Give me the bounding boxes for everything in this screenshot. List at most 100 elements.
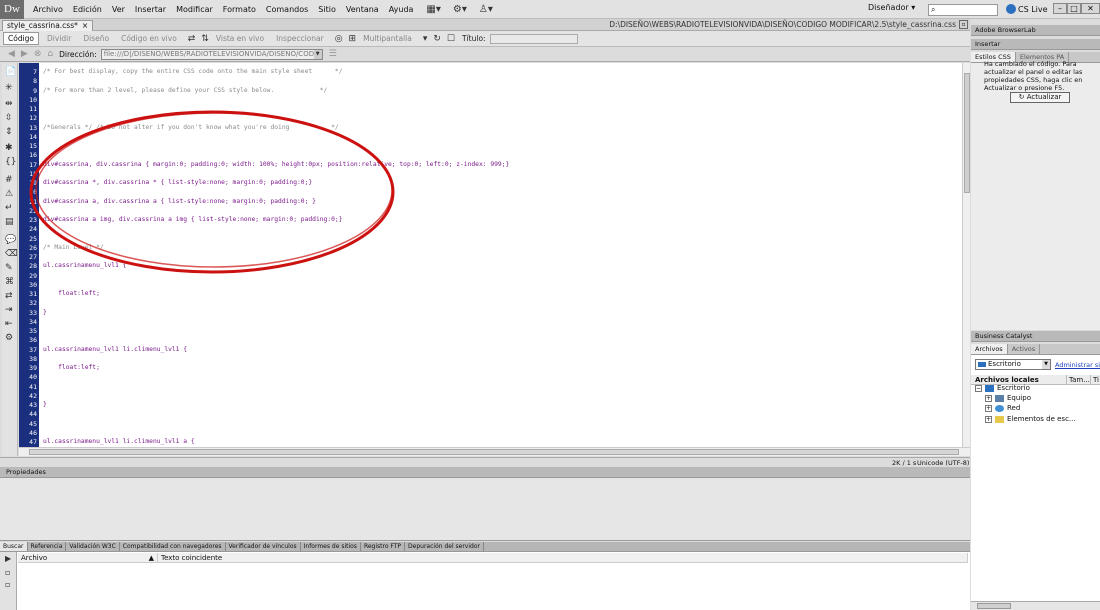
properties-panel-header[interactable]: Propiedades <box>0 467 970 478</box>
column-texto-coincidente[interactable]: Texto coincidente <box>158 553 968 563</box>
menu-insertar[interactable]: Insertar <box>130 5 171 14</box>
code-line[interactable] <box>39 428 43 437</box>
code-line[interactable] <box>39 95 43 104</box>
tab-activos[interactable]: Activos <box>1008 344 1041 354</box>
extend-gear-icon[interactable]: ⚙▾ <box>453 4 467 15</box>
code-line[interactable]: } <box>39 400 47 409</box>
inspect-button[interactable]: Inspeccionar <box>272 33 328 44</box>
browserlab-header[interactable]: Adobe BrowserLab <box>971 25 1100 36</box>
format-source-icon[interactable]: ⚙ <box>5 333 13 343</box>
code-line[interactable]: /* Main Level */ <box>39 243 104 252</box>
expand-icon[interactable]: + <box>985 415 992 423</box>
address-input[interactable]: file:///D|/DISEÑO/WEBS/RADIOTELEVISIONVI… <box>100 48 323 60</box>
back-icon[interactable]: ◀ <box>8 49 15 59</box>
code-line[interactable] <box>39 206 43 215</box>
open-documents-icon[interactable]: 📄 <box>5 67 16 77</box>
code-line[interactable]: /* For more than 2 level, please define … <box>39 86 327 95</box>
code-line[interactable] <box>39 335 43 344</box>
home-icon[interactable]: ⌂ <box>47 49 53 59</box>
indent-icon[interactable]: ⇥ <box>5 305 13 315</box>
stop-icon[interactable]: ⊗ <box>34 49 42 59</box>
tree-item-escritorio[interactable]: − Escritorio <box>975 383 1030 393</box>
collapse-icon[interactable]: − <box>975 384 982 392</box>
code-view-button[interactable]: Código <box>3 32 40 45</box>
restore-document-icon[interactable]: ▫ <box>959 20 968 29</box>
site-select[interactable]: Escritorio ▼ <box>975 359 1051 370</box>
outdent-icon[interactable]: ⇤ <box>5 319 13 329</box>
code-line[interactable] <box>39 372 43 381</box>
close-tab-icon[interactable]: × <box>82 21 88 30</box>
recent-snippets-icon[interactable]: ⌘ <box>5 277 14 287</box>
split-view-button[interactable]: Dividir <box>43 33 75 44</box>
refresh-design-icon[interactable]: ↻ <box>433 34 441 44</box>
address-dropdown-icon[interactable]: ▼ <box>313 49 322 59</box>
code-line[interactable]: div#cassrina a img, div.cassrina a img {… <box>39 215 343 224</box>
scroll-thumb[interactable] <box>977 603 1011 609</box>
column-type[interactable]: Ti <box>1091 375 1099 384</box>
multiscreen-button[interactable]: Multipantalla <box>359 33 416 44</box>
tab-referencia[interactable]: Referencia <box>28 542 67 551</box>
visual-aids-icon[interactable]: ⊞ <box>349 34 357 44</box>
code-line[interactable] <box>39 280 43 289</box>
insert-header[interactable]: Insertar <box>971 39 1100 50</box>
code-editor[interactable]: /* For best display, copy the entire CSS… <box>39 63 962 447</box>
tab-depuracion-servidor[interactable]: Depuración del servidor <box>405 542 484 551</box>
expand-icon[interactable]: + <box>985 404 992 412</box>
column-archivo[interactable]: Archivo ▲ <box>18 553 158 563</box>
line-numbers-icon[interactable]: # <box>5 175 13 185</box>
code-line[interactable]: } <box>39 308 47 317</box>
word-wrap-icon[interactable]: ↵ <box>5 203 13 213</box>
code-line[interactable] <box>39 224 43 233</box>
collapse-full-tag-icon[interactable]: ⇹ <box>5 99 13 109</box>
stop-search-icon[interactable]: ▫ <box>5 568 10 577</box>
code-line[interactable] <box>39 132 43 141</box>
site-dropdown-icon[interactable]: ▼ <box>1042 360 1050 369</box>
code-line[interactable] <box>39 104 43 113</box>
menu-archivo[interactable]: Archivo <box>28 5 68 14</box>
code-line[interactable]: div#cassrina, div.cassrina { margin:0; p… <box>39 160 509 169</box>
tab-registro-ftp[interactable]: Registro FTP <box>361 542 406 551</box>
code-line[interactable]: /*Generals */ /* Do not alter if you don… <box>39 123 339 132</box>
code-line[interactable] <box>39 113 43 122</box>
code-line[interactable] <box>39 419 43 428</box>
menu-edicion[interactable]: Edición <box>68 5 107 14</box>
menu-ventana[interactable]: Ventana <box>341 5 384 14</box>
preview-browser-icon[interactable]: ◎ <box>335 34 343 44</box>
code-line[interactable] <box>39 234 43 243</box>
tab-informes-sitios[interactable]: Informes de sitios <box>301 542 361 551</box>
code-line[interactable] <box>39 271 43 280</box>
refresh-button[interactable]: ↻ Actualizar <box>1010 92 1070 103</box>
code-horizontal-scrollbar[interactable] <box>19 447 970 456</box>
code-line[interactable]: div#cassrina a, div.cassrina a { list-st… <box>39 197 316 206</box>
maximize-button[interactable]: □ <box>1067 3 1081 14</box>
code-line[interactable]: div#cassrina *, div.cassrina * { list-st… <box>39 178 312 187</box>
code-line[interactable] <box>39 382 43 391</box>
show-code-navigator-icon[interactable]: ✳ <box>5 83 13 93</box>
live-view-button[interactable]: Vista en vivo <box>212 33 268 44</box>
check-page-icon[interactable]: ☐ <box>447 34 455 44</box>
workspace-switcher[interactable]: Diseñador ▾ <box>868 3 915 12</box>
forward-icon[interactable]: ▶ <box>21 49 28 59</box>
menu-formato[interactable]: Formato <box>218 5 261 14</box>
collapse-selection-icon[interactable]: ⇳ <box>5 113 13 123</box>
column-size[interactable]: Tam... <box>1067 375 1091 384</box>
code-line[interactable] <box>39 150 43 159</box>
close-window-button[interactable]: ✕ <box>1081 3 1100 14</box>
title-input[interactable] <box>489 33 578 44</box>
code-vertical-scrollbar[interactable] <box>962 63 970 447</box>
design-view-button[interactable]: Diseño <box>79 33 113 44</box>
code-line[interactable]: /* For best display, copy the entire CSS… <box>39 67 343 76</box>
code-line[interactable] <box>39 317 43 326</box>
code-line[interactable] <box>39 187 43 196</box>
file-management-icon[interactable]: ⇅ <box>201 34 209 44</box>
tab-validacion-w3c[interactable]: Validación W3C <box>66 542 120 551</box>
code-line[interactable] <box>39 354 43 363</box>
code-line[interactable]: float:left; <box>39 289 100 298</box>
tab-buscar[interactable]: Buscar <box>0 542 28 551</box>
code-line[interactable] <box>39 252 43 261</box>
code-line[interactable] <box>39 169 43 178</box>
select-parent-tag-icon[interactable]: ✱ <box>5 143 13 153</box>
code-line[interactable]: float:left; <box>39 363 100 372</box>
results-option-icon[interactable]: ▫ <box>5 580 10 589</box>
scroll-thumb[interactable] <box>29 449 959 455</box>
